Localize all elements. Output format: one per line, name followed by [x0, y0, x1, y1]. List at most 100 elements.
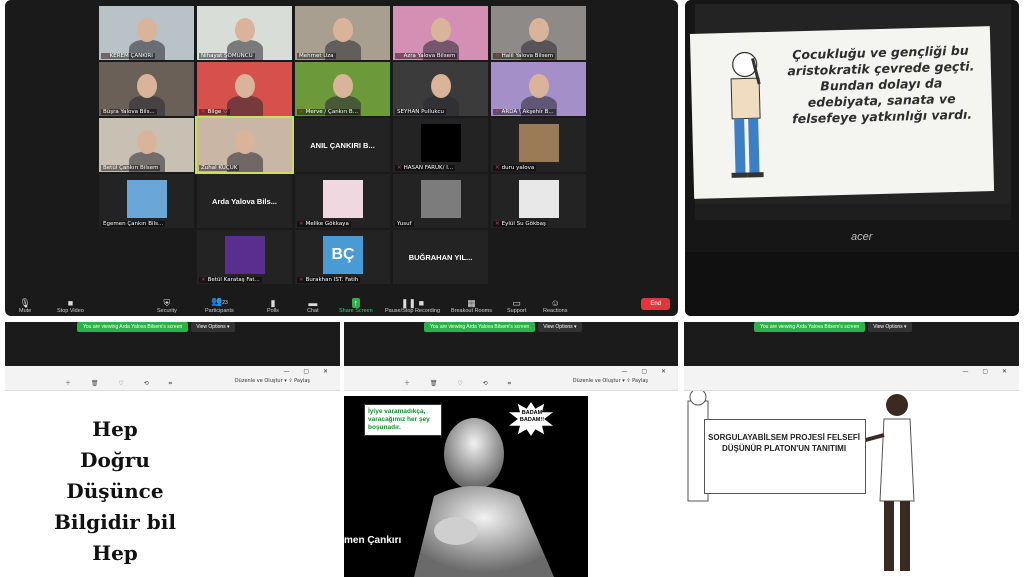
participant-tile[interactable]: ✕ Azra Yalova Bilsem	[393, 6, 488, 60]
participant-tile[interactable]: ✕ Bilge ♡	[197, 62, 292, 116]
participant-face	[529, 74, 549, 98]
participant-tile[interactable]: ✕ Eylül Su Gökbaş	[491, 174, 586, 228]
muted-mic-icon: ✕	[495, 109, 500, 115]
profile-picture	[519, 180, 559, 218]
overlay-name: men Çankırı	[344, 535, 402, 546]
profile-picture	[127, 180, 167, 218]
pause-stop-icon: ❚❚ ■	[401, 298, 425, 308]
view-options-button[interactable]: View Options ▾	[538, 322, 582, 332]
window-controls[interactable]: — ▢ ✕	[621, 368, 672, 375]
laptop-brand-logo: acer	[851, 231, 873, 243]
participant-tile[interactable]: SEYHAN Pullukcu	[393, 62, 488, 116]
participant-tile[interactable]: BÇ ✕ Burakhan İST. Fatih	[295, 230, 390, 284]
participant-face	[235, 130, 255, 154]
support-icon: ▭	[512, 298, 521, 308]
slide-words: Hep Doğru Düşünce Bilgidir bil Hep	[54, 417, 176, 565]
view-options-button[interactable]: View Options ▾	[868, 322, 912, 332]
participant-name-display: BUĞRAHAN YIL...	[408, 252, 473, 262]
speech-bubble: İyiye varamadıkça, varacağımız her şey b…	[364, 404, 442, 436]
participant-tile[interactable]: Betül Çankırı Bilsem	[99, 118, 194, 172]
participant-name: ✕ ARDA \ Akşehir B...	[493, 109, 556, 115]
slide-text: Çocukluğu ve gençliği bu aristokratik çe…	[787, 42, 975, 127]
chat-button[interactable]: ▬ Chat	[307, 298, 319, 314]
participant-tile[interactable]: ✕ duru yalova	[491, 118, 586, 172]
reactions-button[interactable]: ☺ Reactions	[543, 298, 567, 314]
viewer-tools[interactable]: ＋ 🗑 ♡ ⟲ ⌗	[65, 378, 181, 388]
share-arrow-icon: ↑	[351, 298, 361, 308]
participant-tile[interactable]: Nihayat ŞOMUNCU	[197, 6, 292, 60]
participant-tile[interactable]: Mehmet Uza	[295, 6, 390, 60]
participant-tile[interactable]: ✕ KEREM ÇANKIRI	[99, 6, 194, 60]
shared-screen-panel-text: You are viewing Arda Yalova Bilsem's scr…	[5, 322, 340, 577]
participant-name: Yusuf	[395, 221, 414, 227]
mute-button[interactable]: 🎙 Mute	[19, 298, 31, 314]
edit-share-tools[interactable]: Düzenle ve Oluştur ▾ ⇪ Paylaş	[235, 378, 310, 384]
participants-button[interactable]: 👥23 Participants	[205, 296, 234, 314]
profile-picture	[519, 124, 559, 162]
participant-face	[431, 74, 451, 98]
participant-tile[interactable]: ✕ Halil Yalova Bilsem	[491, 6, 586, 60]
participant-face	[137, 74, 157, 98]
support-button[interactable]: ▭ Support	[507, 298, 526, 314]
breakout-rooms-button[interactable]: ▦ Breakout Rooms	[451, 298, 492, 314]
edit-share-tools[interactable]: Düzenle ve Oluştur ▾ ⇪ Paylaş	[573, 378, 648, 384]
profile-picture	[421, 180, 461, 218]
smiley-icon: ☺	[550, 298, 560, 308]
muted-mic-icon: ✕	[397, 53, 402, 59]
stop-video-button[interactable]: ■ Stop Video	[57, 298, 84, 314]
participant-name: ✕ HASAN FARUK/ I...	[395, 165, 456, 171]
participant-name-display: Arda Yalova Bils...	[212, 196, 277, 206]
shared-screen-panel-board: You are viewing Arda Yalova Bilsem's scr…	[684, 322, 1019, 577]
muted-mic-icon: ✕	[299, 109, 304, 115]
participant-tile[interactable]: Zuhal KÜÇÜK	[195, 116, 294, 174]
thinking-man-illustration	[730, 51, 764, 178]
participant-face	[333, 18, 353, 42]
muted-mic-icon: ✕	[397, 165, 402, 171]
participant-tile[interactable]: ✕ HASAN FARUK/ I...	[393, 118, 488, 172]
participant-tile[interactable]: Büşra Yalova Bils...	[99, 62, 194, 116]
chat-bubble-icon: ▬	[308, 298, 318, 308]
zoom-gallery-panel: ✕ KEREM ÇANKIRI Nihayat ŞOMUNCU Mehmet Uza ✕…	[5, 0, 678, 316]
view-options-button[interactable]: View Options ▾	[191, 322, 235, 332]
photo-viewer-toolbar: — ▢ ✕ ＋ 🗑 ♡ ⟲ ⌗ Düzenle ve Oluştur ▾ ⇪ P…	[344, 366, 678, 391]
participant-name: ✕ Burakhan İST. Fatih	[297, 277, 361, 283]
window-controls[interactable]: — ▢ ✕	[283, 368, 334, 375]
participant-tile[interactable]: ✕ Melike Gökkaya	[295, 174, 390, 228]
polls-button[interactable]: ▮ Polls	[267, 298, 279, 314]
participant-tile[interactable]: Egemen Çankırı Bils...	[99, 174, 194, 228]
participant-tile[interactable]: ✕ Merve / Çankırı B...	[295, 62, 390, 116]
participant-tile[interactable]: ANIL ÇANKIRI B...	[295, 118, 390, 172]
muted-mic-icon: ✕	[299, 277, 304, 283]
participant-name: ✕ Halil Yalova Bilsem	[493, 53, 556, 59]
microphone-icon: 🎙	[19, 298, 31, 308]
bar-chart-icon: ▮	[270, 298, 276, 308]
grid-icon: ▦	[467, 298, 476, 308]
black-video	[421, 124, 461, 162]
participant-tile[interactable]: ✕ ARDA \ Akşehir B...	[491, 62, 586, 116]
board-text: SORGULAYABİLSEM PROJESİ FELSEFİ DÜŞÜNÜR …	[708, 433, 860, 453]
profile-picture	[225, 236, 265, 274]
plato-image: İyiye varamadıkça, varacağımız her şey b…	[344, 396, 588, 577]
participant-name: ✕ Merve / Çankırı B...	[297, 109, 360, 115]
participant-name: ✕ duru yalova	[493, 165, 537, 171]
window-controls[interactable]: — ▢ ✕	[962, 368, 1013, 375]
participant-name: ✕ Betül Karataş Fat...	[199, 277, 262, 283]
participant-face	[137, 130, 157, 154]
viewer-tools[interactable]: ＋ 🗑 ♡ ⟲ ⌗	[404, 378, 520, 388]
slide: Çocukluğu ve gençliği bu aristokratik çe…	[689, 26, 995, 199]
participant-tile[interactable]: ✕ Betül Karataş Fat...	[197, 230, 292, 284]
muted-mic-icon: ✕	[299, 221, 304, 227]
laptop-photo-panel: Çocukluğu ve gençliği bu aristokratik çe…	[685, 0, 1019, 316]
pause-stop-recording-button[interactable]: ❚❚ ■ Pause/Stop Recording	[385, 298, 440, 314]
participant-name-display: ANIL ÇANKIRI B...	[310, 140, 375, 150]
participant-tile[interactable]: Yusuf	[393, 174, 488, 228]
participant-tile[interactable]: BUĞRAHAN YIL...	[393, 230, 488, 284]
participant-tile[interactable]: Arda Yalova Bils...	[197, 174, 292, 228]
muted-mic-icon: ✕	[103, 53, 108, 59]
share-screen-button[interactable]: ↑ Share Screen	[339, 298, 373, 314]
end-meeting-button[interactable]: End	[641, 298, 670, 310]
photo-viewer-toolbar: — ▢ ✕ ＋ 🗑 ♡ ⟲ ⌗ Düzenle ve Oluştur ▾ ⇪ P…	[5, 366, 340, 391]
participant-name: ✕ Azra Yalova Bilsem	[395, 53, 458, 59]
muted-mic-icon: ✕	[495, 165, 500, 171]
security-button[interactable]: ⛨ Security	[157, 298, 177, 314]
